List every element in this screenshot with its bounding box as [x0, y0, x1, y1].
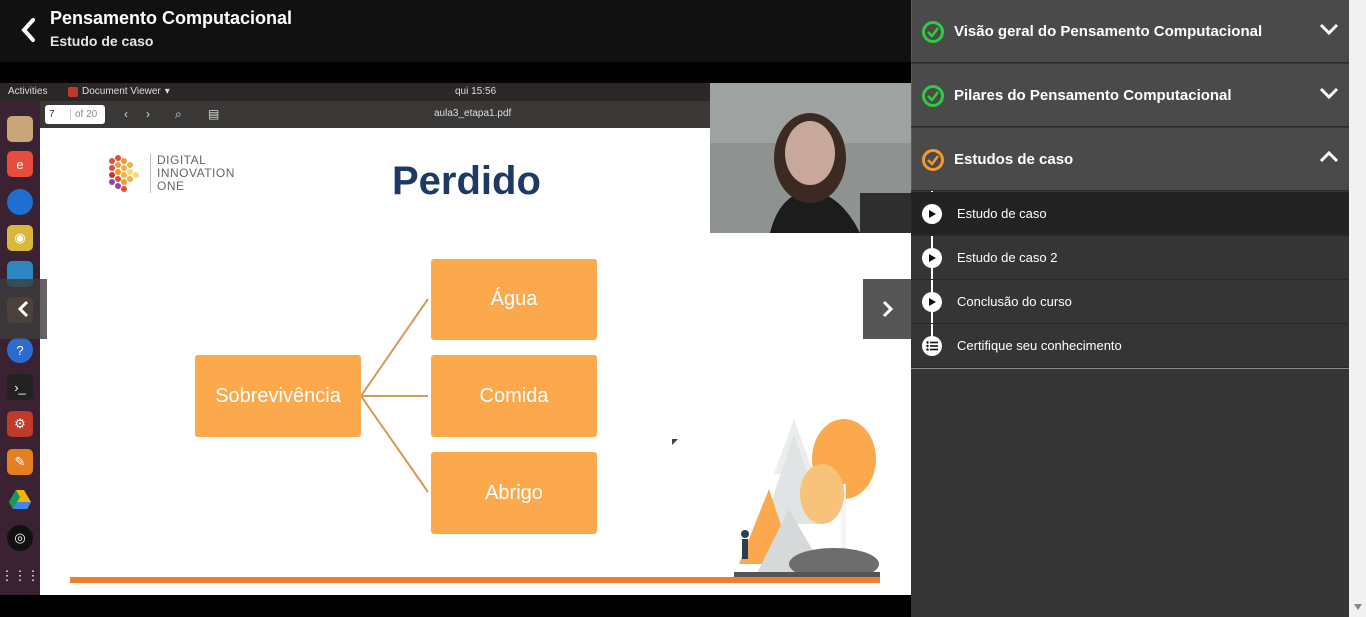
- lesson-estudo-de-caso[interactable]: Estudo de caso: [911, 192, 1349, 236]
- lesson-label: Conclusão do curso: [957, 294, 1072, 309]
- section-label: Pilares do Pensamento Computacional: [954, 87, 1232, 104]
- mouse-cursor: [672, 439, 678, 445]
- progress-check-icon: [922, 149, 944, 171]
- next-page-icon: ›: [146, 107, 150, 121]
- check-circle-icon: [922, 85, 944, 107]
- list-icon: [922, 336, 942, 356]
- document-viewer-icon: [68, 86, 78, 97]
- video-player[interactable]: Activities Document Viewer ▾ qui 15:56 7…: [0, 83, 911, 595]
- desktop-dock: e ◉ ? ›_ ⚙ ✎ ◎ ⋮⋮⋮: [0, 101, 40, 595]
- chevron-up-icon: [1319, 150, 1339, 169]
- lesson-label: Certifique seu conhecimento: [957, 338, 1122, 353]
- course-title: Pensamento Computacional: [50, 8, 293, 28]
- chevron-left-icon: [21, 18, 35, 42]
- mindmap-branch-box: Água: [431, 259, 597, 340]
- section-label: Visão geral do Pensamento Computacional: [954, 23, 1263, 40]
- section-pilares[interactable]: Pilares do Pensamento Computacional: [911, 64, 1349, 127]
- lesson-conclusao[interactable]: Conclusão do curso: [911, 280, 1349, 324]
- lesson-label: Estudo de caso 2: [957, 250, 1058, 265]
- chevron-down-icon: [1319, 22, 1339, 41]
- clipboard-icon: ▤: [208, 107, 220, 121]
- page-total: of 20: [75, 109, 98, 120]
- presenter-image: [710, 83, 911, 233]
- section-visao-geral[interactable]: Visão geral do Pensamento Computacional: [911, 0, 1349, 63]
- files-icon: [7, 116, 33, 142]
- play-icon: [922, 292, 942, 312]
- lesson-certificado[interactable]: Certifique seu conhecimento: [911, 324, 1349, 368]
- caret-down-icon: ▾: [164, 86, 170, 97]
- activities-label: Activities: [8, 86, 48, 97]
- search-icon: ⌕: [175, 107, 182, 121]
- page-number: 7: [45, 109, 71, 120]
- section-label: Estudos de caso: [954, 151, 1074, 168]
- play-icon: [922, 248, 942, 268]
- obs-icon: ◎: [7, 525, 33, 551]
- page-selector: 7 of 20: [45, 105, 105, 124]
- scroll-down-icon: [1354, 604, 1362, 610]
- chevron-left-icon: [17, 300, 28, 318]
- section-estudos-de-caso[interactable]: Estudos de caso: [911, 128, 1349, 191]
- course-sidebar: Visão geral do Pensamento Computacional …: [911, 0, 1366, 617]
- next-lesson-button[interactable]: [863, 279, 911, 339]
- chevron-down-icon: [1319, 86, 1339, 105]
- mindmap-branch-box: Abrigo: [431, 452, 597, 534]
- prev-page-icon: ‹: [124, 107, 128, 121]
- slide-bottom-bar: [70, 577, 880, 583]
- help-icon: ?: [7, 337, 33, 363]
- lesson-estudo-de-caso-2[interactable]: Estudo de caso 2: [911, 236, 1349, 280]
- divider: [911, 368, 1349, 369]
- rhythmbox-icon: ◉: [7, 225, 33, 251]
- chevron-right-icon: [882, 300, 894, 318]
- drive-icon: [7, 487, 33, 513]
- app-grid-icon: ⋮⋮⋮: [0, 568, 40, 583]
- forest-illustration: [734, 419, 880, 579]
- play-icon: [922, 204, 942, 224]
- clock: qui 15:56: [455, 86, 497, 97]
- app-menu: Document Viewer ▾: [68, 86, 170, 97]
- thunderbird-icon: [7, 189, 33, 215]
- document-viewer-icon: e: [7, 151, 33, 177]
- lesson-title: Estudo de caso: [50, 33, 154, 49]
- filename: aula3_etapa1.pdf: [434, 108, 512, 119]
- scrollbar[interactable]: [1349, 0, 1366, 617]
- previous-lesson-button[interactable]: [0, 279, 47, 339]
- settings-icon: ⚙: [7, 411, 33, 437]
- header: Pensamento Computacional Estudo de caso: [0, 0, 911, 62]
- lesson-label: Estudo de caso: [957, 206, 1047, 221]
- mindmap-center-box: Sobrevivência: [195, 355, 361, 437]
- check-circle-icon: [922, 21, 944, 43]
- terminal-icon: ›_: [7, 374, 33, 400]
- mindmap-branch-box: Comida: [431, 355, 597, 437]
- back-button[interactable]: [14, 14, 42, 46]
- app-name: Document Viewer: [82, 86, 161, 97]
- presenter-webcam: [710, 83, 911, 233]
- text-editor-icon: ✎: [7, 449, 33, 475]
